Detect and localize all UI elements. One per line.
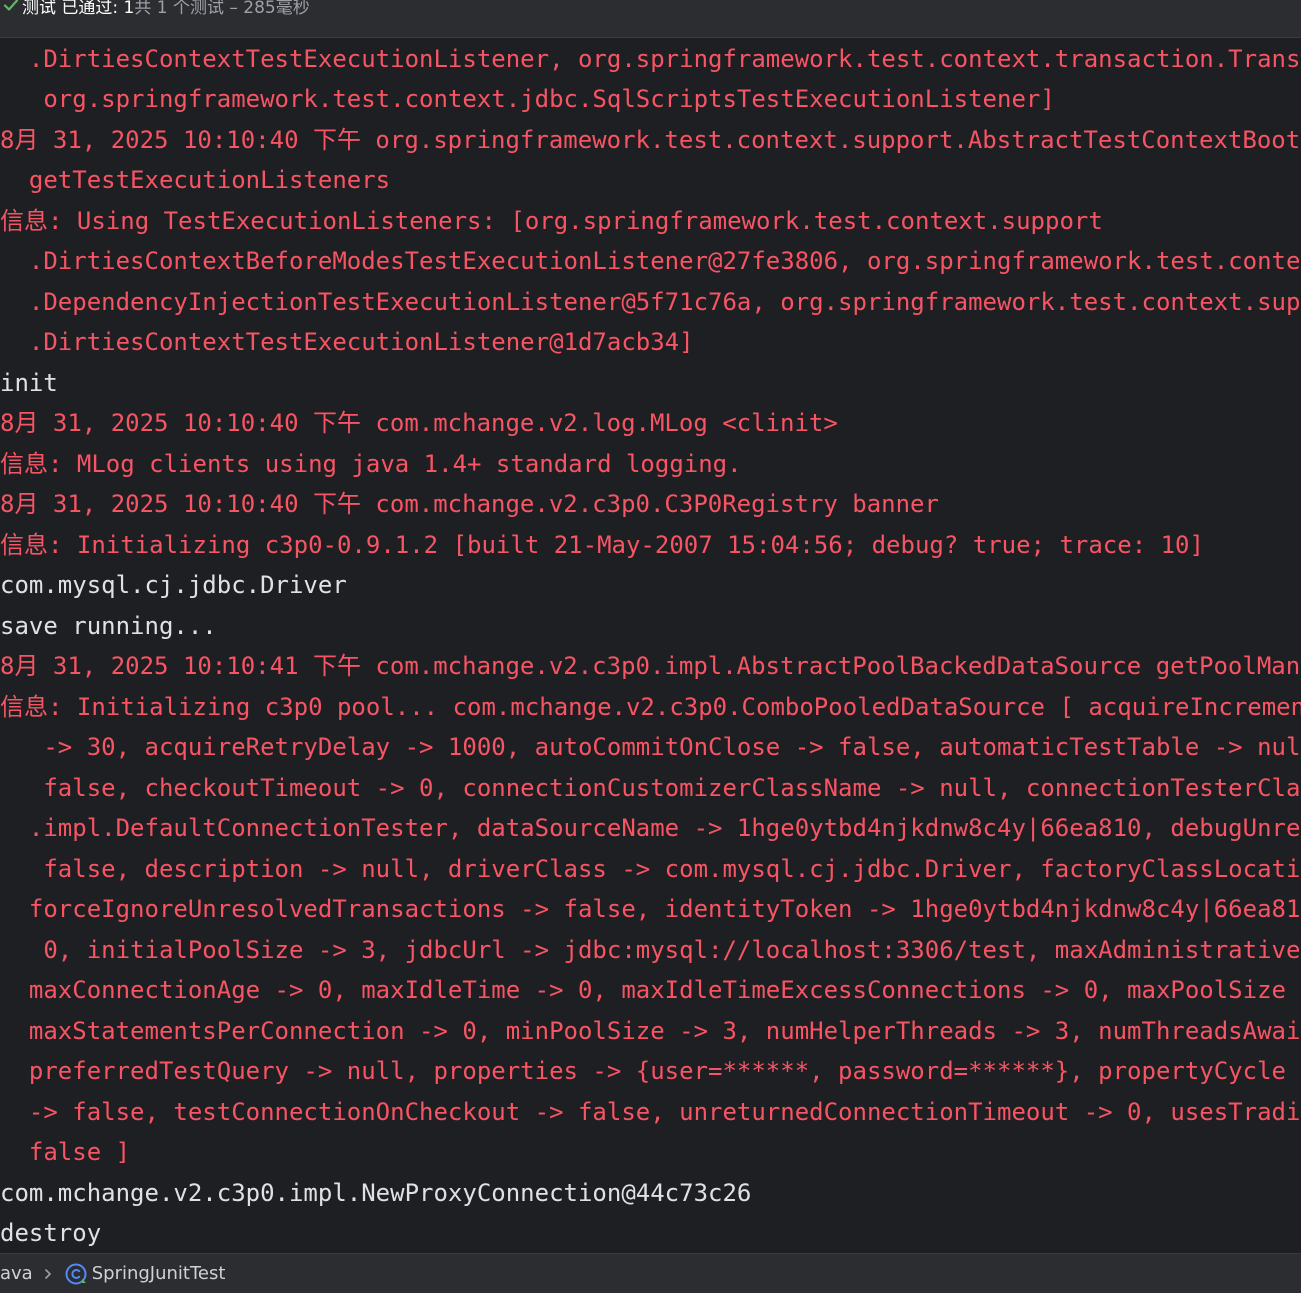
class-icon [63, 1261, 89, 1287]
console-line: false, checkoutTimeout -> 0, connectionC… [43, 774, 1301, 802]
breadcrumb-item[interactable]: SpringJunitTest [92, 1263, 226, 1284]
console-output[interactable]: .DirtiesContextTestExecutionListener, or… [0, 38, 1301, 1253]
console-line: 8月 31, 2025 10:10:40 下午 com.mchange.v2.c… [0, 490, 939, 518]
console-line: com.mysql.cj.jdbc.Driver [0, 571, 347, 599]
console-line: -> false, testConnectionOnCheckout -> fa… [28, 1098, 1301, 1126]
test-status-label: 测试 已通过: 1 [22, 0, 135, 18]
test-status-bar: 测试 已通过: 1 共 1 个测试 – 285毫秒 [0, 0, 1301, 38]
breadcrumb-item[interactable]: ava [0, 1263, 33, 1284]
console-line: .DependencyInjectionTestExecutionListene… [0, 288, 1301, 316]
console-line: 8月 31, 2025 10:10:40 下午 org.springframew… [0, 126, 1301, 154]
console-line: maxStatementsPerConnection -> 0, minPool… [28, 1017, 1301, 1045]
console-line: 信息: MLog clients using java 1.4+ standar… [0, 450, 742, 478]
console-line: init [0, 369, 58, 397]
console-line: 信息: Initializing c3p0 pool... com.mchang… [0, 693, 1301, 721]
test-status-total: 共 1 个测试 – 285毫秒 [134, 0, 310, 18]
console-line: .impl.DefaultConnectionTester, dataSourc… [28, 814, 1301, 842]
console-line: 8月 31, 2025 10:10:41 下午 com.mchange.v2.c… [0, 652, 1301, 680]
console-line: com.mchange.v2.c3p0.impl.NewProxyConnect… [0, 1179, 752, 1207]
console-line: 8月 31, 2025 10:10:40 下午 com.mchange.v2.l… [0, 409, 838, 437]
console-line: .DirtiesContextBeforeModesTestExecutionL… [0, 247, 1301, 275]
console-line: getTestExecutionListeners [0, 166, 391, 194]
console-line: .DirtiesContextTestExecutionListener, or… [28, 45, 1301, 73]
console-line: save running... [0, 612, 217, 640]
console-line: -> 30, acquireRetryDelay -> 1000, autoCo… [43, 733, 1301, 761]
console-line: org.springframework.test.context.jdbc.Sq… [0, 85, 1055, 113]
console-line: 0, initialPoolSize -> 3, jdbcUrl -> jdbc… [43, 936, 1301, 964]
console-line: maxConnectionAge -> 0, maxIdleTime -> 0,… [28, 976, 1301, 1004]
console-line: .DirtiesContextTestExecutionListener@1d7… [0, 328, 694, 356]
console-line: destroy [0, 1219, 102, 1247]
test-status: 测试 已通过: 1 共 1 个测试 – 285毫秒 [0, 0, 310, 20]
breadcrumb: ava SpringJunitTest [0, 1253, 1301, 1293]
chevron-right-icon [33, 1268, 63, 1280]
console-line: 信息: Initializing c3p0-0.9.1.2 [built 21-… [0, 531, 1204, 559]
console-line: false ] [0, 1138, 131, 1166]
check-icon [0, 0, 22, 13]
console-line: false, description -> null, driverClass … [43, 855, 1301, 883]
console-line: preferredTestQuery -> null, properties -… [28, 1057, 1301, 1085]
console-line: forceIgnoreUnresolvedTransactions -> fal… [28, 895, 1301, 923]
console-line: 信息: Using TestExecutionListeners: [org.s… [0, 207, 1103, 235]
